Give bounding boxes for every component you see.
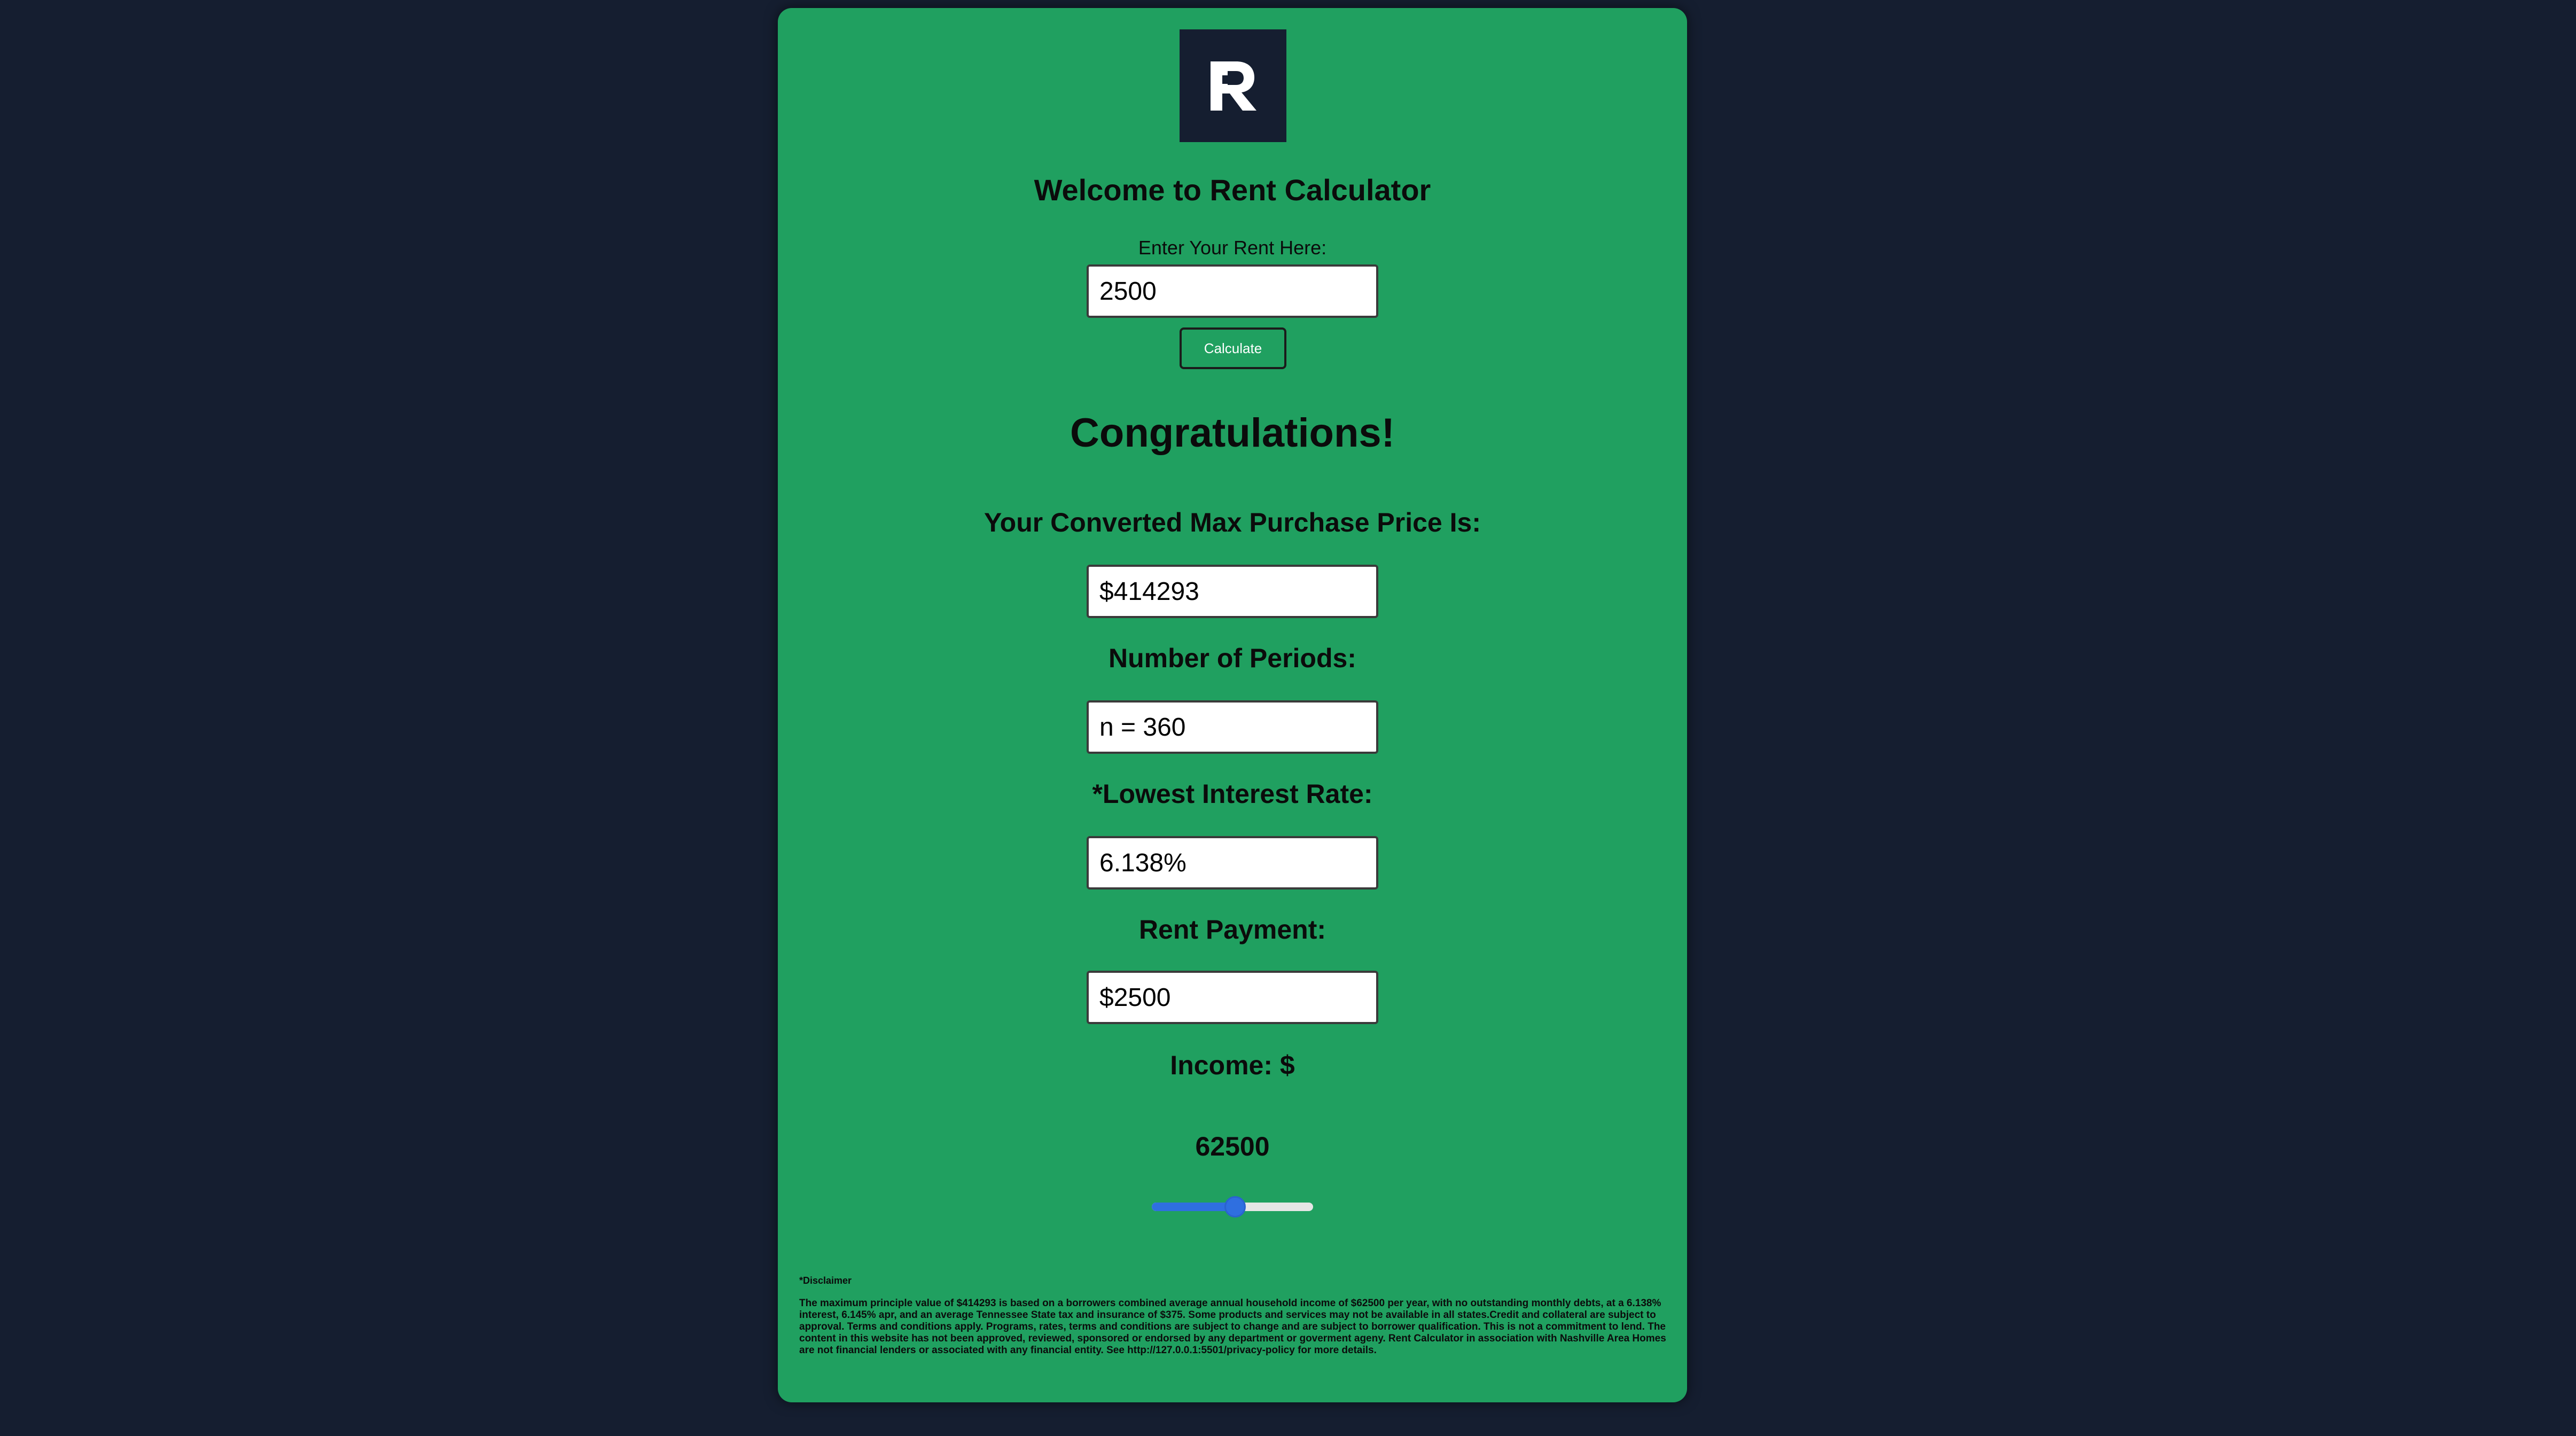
rent-input-label: Enter Your Rent Here: — [1138, 237, 1327, 259]
max-price-field[interactable] — [1087, 565, 1378, 618]
rent-payment-label: Rent Payment: — [1138, 915, 1326, 945]
r-logo-glyph-icon — [1211, 61, 1256, 111]
congratulations-heading: Congratulations! — [1070, 410, 1395, 456]
disclaimer-text: The maximum principle value of $414293 i… — [799, 1298, 1666, 1356]
rent-payment-field[interactable] — [1087, 971, 1378, 1024]
max-price-label: Your Converted Max Purchase Price Is: — [984, 508, 1481, 537]
disclaimer-title: *Disclaimer — [799, 1275, 852, 1286]
page-title: Welcome to Rent Calculator — [1034, 173, 1431, 207]
interest-rate-field[interactable] — [1087, 836, 1378, 889]
calculate-button[interactable]: Calculate — [1180, 327, 1286, 369]
income-slider[interactable] — [1152, 1192, 1313, 1222]
calculator-card: Welcome to Rent Calculator Enter Your Re… — [778, 8, 1687, 1402]
interest-rate-label: *Lowest Interest Rate: — [1092, 779, 1373, 809]
slider-fill — [1152, 1203, 1236, 1211]
rent-input[interactable] — [1087, 264, 1378, 318]
slider-thumb[interactable] — [1224, 1196, 1246, 1218]
income-value: 62500 — [1195, 1131, 1270, 1161]
periods-field[interactable] — [1087, 700, 1378, 754]
rent-calculator-logo-icon — [1180, 29, 1286, 142]
income-label: Income: $ — [1170, 1050, 1295, 1080]
periods-label: Number of Periods: — [1109, 643, 1356, 673]
